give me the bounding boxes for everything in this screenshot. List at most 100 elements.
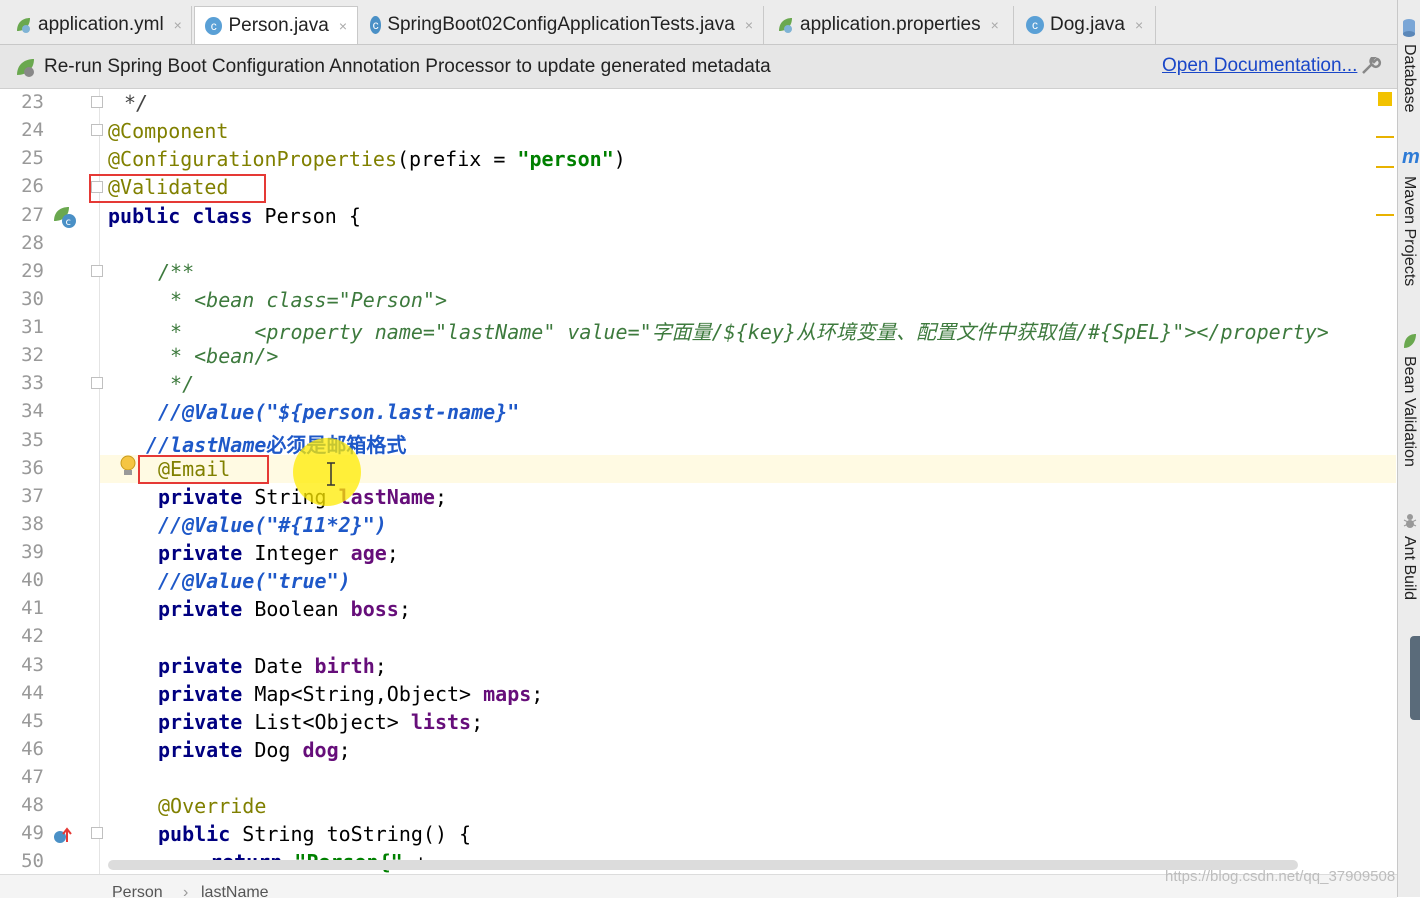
error-stripe-marker[interactable] xyxy=(1376,214,1394,216)
line-number: 35 xyxy=(21,429,44,451)
maven-icon: m xyxy=(1402,146,1420,168)
code-line-48: @Override xyxy=(158,794,267,818)
line-number: 38 xyxy=(21,513,44,535)
code-line-39: private Integer age; xyxy=(158,541,399,565)
fold-marker-icon[interactable] xyxy=(91,124,103,136)
code-line-34: //@Value("${person.last-name}" xyxy=(158,400,520,424)
notification-banner: Re-run Spring Boot Configuration Annotat… xyxy=(0,45,1397,89)
fold-marker-icon[interactable] xyxy=(91,377,103,389)
database-tool-button[interactable]: Database xyxy=(1400,44,1418,113)
line-number: 48 xyxy=(21,794,44,816)
code-line-40: //@Value("true") xyxy=(158,569,351,593)
line-number: 29 xyxy=(21,260,44,282)
lightbulb-icon[interactable] xyxy=(118,454,138,482)
code-line-44: private Map<String,Object> maps; xyxy=(158,682,544,706)
code-line-38: //@Value("#{11*2}") xyxy=(158,513,387,537)
code-line-30: * <bean class="Person"> xyxy=(158,288,447,312)
settings-wrench-icon[interactable] xyxy=(1360,55,1382,83)
line-number: 49 xyxy=(21,822,44,844)
code-line-31: * <property name="lastName" value="字面量/$… xyxy=(158,320,1329,344)
spring-leaf-icon xyxy=(776,16,794,34)
error-stripe-marker[interactable] xyxy=(1376,136,1394,138)
tab-label: SpringBoot02ConfigApplicationTests.java xyxy=(387,14,735,35)
close-tab-icon[interactable]: × xyxy=(339,18,347,34)
line-number: 42 xyxy=(21,625,44,647)
breadcrumb-item-person[interactable]: Person xyxy=(112,884,163,902)
tab-label: Dog.java xyxy=(1050,14,1125,35)
spring-bean-gutter-icon[interactable]: c xyxy=(52,205,78,233)
validated-highlight-box xyxy=(89,174,266,203)
fold-marker-icon[interactable] xyxy=(91,265,103,277)
code-line-33: */ xyxy=(158,372,195,396)
override-method-icon[interactable] xyxy=(52,826,74,850)
fold-marker-icon[interactable] xyxy=(91,96,103,108)
tab-label: application.properties xyxy=(800,14,981,35)
line-number: 46 xyxy=(21,738,44,760)
line-number: 23 xyxy=(21,91,44,113)
code-line-27: public class Person { xyxy=(108,204,361,228)
svg-text:c: c xyxy=(66,217,72,228)
open-documentation-link[interactable]: Open Documentation... xyxy=(1162,55,1357,77)
code-line-24: @Component xyxy=(108,119,229,143)
bean-validation-icon xyxy=(1402,332,1418,354)
tab-person-java[interactable]: c Person.java × xyxy=(194,6,358,44)
line-number: 24 xyxy=(21,119,44,141)
line-number: 43 xyxy=(21,654,44,676)
class-c-icon: c xyxy=(205,16,223,35)
tab-dog-java[interactable]: c Dog.java × xyxy=(1016,6,1156,44)
tab-label: application.yml xyxy=(38,14,164,35)
banner-message: Re-run Spring Boot Configuration Annotat… xyxy=(44,56,771,77)
code-line-35: //lastName必须是邮箱格式 xyxy=(146,433,406,457)
watermark-text: https://blog.csdn.net/qq_37909508 xyxy=(1165,868,1396,885)
code-line-49: public String toString() { xyxy=(158,822,472,846)
line-number: 30 xyxy=(21,288,44,310)
line-number: 40 xyxy=(21,569,44,591)
fold-marker-icon[interactable] xyxy=(91,827,103,839)
text-cursor-icon xyxy=(326,462,336,490)
email-highlight-box xyxy=(138,455,269,484)
error-stripe-marker[interactable] xyxy=(1376,166,1394,168)
breadcrumb-separator: › xyxy=(183,884,189,901)
tab-application-yml[interactable]: application.yml × xyxy=(4,6,192,44)
line-number: 32 xyxy=(21,344,44,366)
close-tab-icon[interactable]: × xyxy=(745,17,753,33)
line-number: 33 xyxy=(21,372,44,394)
code-line-25: @ConfigurationProperties(prefix = "perso… xyxy=(108,147,626,171)
database-icon xyxy=(1401,18,1417,42)
line-number: 26 xyxy=(21,175,44,197)
spring-leaf-icon xyxy=(14,56,36,84)
editor-tab-bar: application.yml × c Person.java × c Spri… xyxy=(0,0,1397,45)
line-number: 45 xyxy=(21,710,44,732)
line-number: 27 xyxy=(21,204,44,226)
breadcrumb-item-lastname[interactable]: lastName xyxy=(201,884,269,902)
line-number: 28 xyxy=(21,232,44,254)
ant-icon xyxy=(1402,512,1418,534)
class-c-icon: c xyxy=(370,16,382,34)
ant-build-tool-button[interactable]: Ant Build xyxy=(1400,536,1418,600)
close-tab-icon[interactable]: × xyxy=(174,17,182,33)
close-tab-icon[interactable]: × xyxy=(1135,17,1143,33)
line-number: 34 xyxy=(21,400,44,422)
tab-springboot02configapplicationtests-java[interactable]: c SpringBoot02ConfigApplicationTests.jav… xyxy=(360,6,764,44)
tab-application-properties[interactable]: application.properties × xyxy=(766,6,1014,44)
close-tab-icon[interactable]: × xyxy=(991,17,999,33)
line-number: 36 xyxy=(21,457,44,479)
code-line-29: /** xyxy=(158,260,195,284)
code-line-32: * <bean/> xyxy=(158,344,279,368)
line-number: 50 xyxy=(21,850,44,872)
tab-label: Person.java xyxy=(228,14,329,36)
code-line-45: private List<Object> lists; xyxy=(158,710,484,734)
line-number: 41 xyxy=(21,597,44,619)
line-number: 47 xyxy=(21,766,44,788)
code-line-23: */ xyxy=(124,91,149,115)
maven-projects-tool-button[interactable]: Maven Projects xyxy=(1400,176,1418,286)
code-line-41: private Boolean boss; xyxy=(158,597,411,621)
vertical-scroll-thumb[interactable] xyxy=(1410,636,1420,720)
horizontal-scrollbar[interactable] xyxy=(108,860,1298,870)
spring-leaf-icon xyxy=(14,16,32,34)
line-number: 31 xyxy=(21,316,44,338)
bean-validation-tool-button[interactable]: Bean Validation xyxy=(1400,356,1418,467)
class-c-icon: c xyxy=(1026,16,1044,34)
inspection-status-icon[interactable] xyxy=(1378,92,1392,106)
line-number: 44 xyxy=(21,682,44,704)
